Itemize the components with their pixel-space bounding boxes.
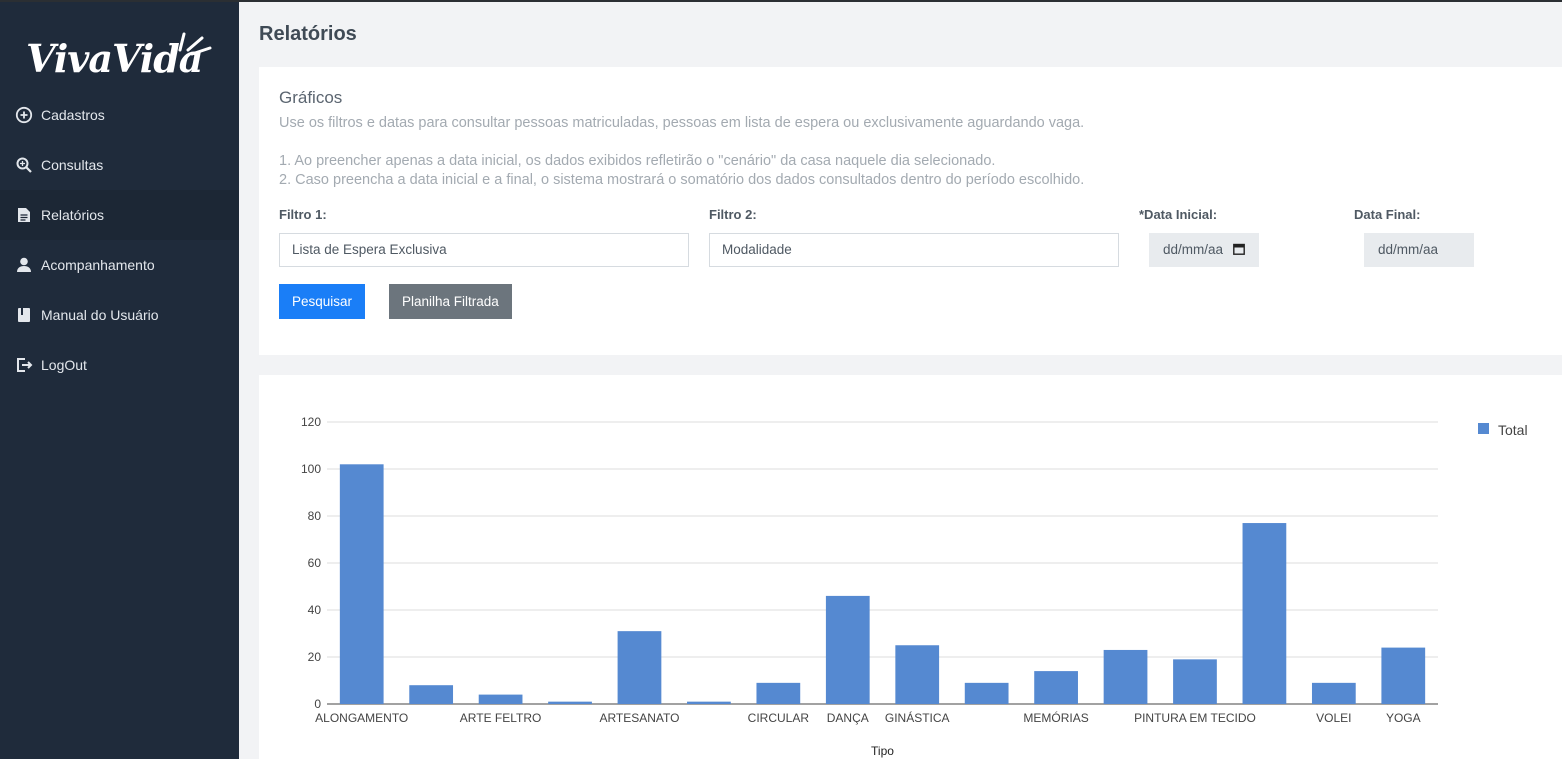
- sidebar-item-label: Relatórios: [41, 207, 105, 223]
- x-tick-label: DANÇA: [827, 711, 869, 725]
- bar-chart: 0 20 40 60 80 100 120 ALONGAMENTO ARTE FELTRO ART…: [301, 415, 1528, 758]
- data-inicial-input[interactable]: dd/mm/aa: [1149, 233, 1259, 267]
- sidebar: VivaVida Cadastros Consultas Relatórios: [0, 2, 239, 759]
- x-tick-label: ARTE FELTRO: [460, 711, 542, 725]
- y-tick-label: 0: [314, 697, 321, 711]
- bar: [1311, 682, 1356, 704]
- y-tick-label: 40: [308, 603, 322, 617]
- data-final-value: dd/mm/aa: [1378, 242, 1439, 257]
- bar: [548, 701, 592, 704]
- bar: [895, 645, 940, 704]
- x-tick-label: VOLEI: [1316, 711, 1351, 725]
- x-tick-label: ALONGAMENTO: [315, 711, 408, 725]
- data-inicial-label: *Data Inicial:: [1139, 207, 1218, 222]
- sidebar-item-manual[interactable]: Manual do Usuário: [0, 290, 239, 340]
- legend-label: Total: [1498, 422, 1528, 438]
- note-2: 2. Caso preencha a data inicial e a fina…: [279, 172, 1085, 188]
- bar: [756, 682, 801, 704]
- sidebar-item-cadastros[interactable]: Cadastros: [0, 90, 239, 140]
- planilha-filtrada-button[interactable]: Planilha Filtrada: [389, 284, 512, 319]
- page-title: Relatórios: [259, 23, 357, 45]
- sidebar-item-label: LogOut: [41, 357, 87, 373]
- x-tick-label: MEMÓRIAS: [1023, 710, 1088, 725]
- x-tick-label: YOGA: [1386, 711, 1421, 725]
- calendar-icon[interactable]: [1233, 243, 1245, 255]
- x-tick-label: GINÁSTICA: [885, 710, 950, 725]
- bar: [409, 685, 454, 704]
- x-tick-label: CIRCULAR: [748, 711, 810, 725]
- pesquisar-button[interactable]: Pesquisar: [279, 284, 366, 319]
- bar: [1173, 659, 1217, 704]
- chart-card: 0 20 40 60 80 100 120 ALONGAMENTO ARTE FELTRO ART…: [259, 375, 1562, 759]
- filtro2-label: Filtro 2:: [709, 207, 757, 222]
- sidebar-item-logout[interactable]: LogOut: [0, 340, 239, 390]
- filtro2-select[interactable]: Modalidade: [709, 233, 1119, 267]
- logo-rays-icon: [178, 32, 212, 56]
- sidebar-item-label: Cadastros: [41, 107, 105, 123]
- sidebar-nav: Cadastros Consultas Relatórios Acompanha…: [0, 90, 239, 390]
- search-icon: [15, 156, 33, 174]
- bar: [478, 694, 523, 704]
- data-inicial-value: dd/mm/aa: [1163, 242, 1224, 257]
- logo: VivaVida: [24, 30, 214, 86]
- sidebar-item-consultas[interactable]: Consultas: [0, 140, 239, 190]
- y-tick-label: 60: [308, 556, 322, 570]
- bar: [964, 682, 1009, 704]
- card-description: Use os filtros e datas para consultar pe…: [279, 115, 1085, 131]
- bar: [825, 595, 870, 704]
- y-tick-label: 80: [308, 509, 322, 523]
- filtro1-select[interactable]: Lista de Espera Exclusiva: [279, 233, 689, 267]
- filters-card: Gráficos Use os filtros e datas para con…: [259, 67, 1562, 355]
- y-tick-label: 20: [308, 650, 322, 664]
- sidebar-item-acompanhamento[interactable]: Acompanhamento: [0, 240, 239, 290]
- filtro1-label: Filtro 1:: [279, 207, 327, 222]
- y-tick-label: 100: [301, 462, 321, 476]
- data-final-label: Data Final:: [1354, 207, 1421, 222]
- legend-swatch: [1478, 423, 1489, 434]
- x-tick-label: PINTURA EM TECIDO: [1134, 711, 1256, 725]
- document-icon: [15, 206, 33, 224]
- card-title: Gráficos: [279, 88, 343, 107]
- user-icon: [15, 256, 33, 274]
- note-1: 1. Ao preencher apenas a data inicial, o…: [279, 153, 996, 169]
- plus-circle-icon: [15, 106, 33, 124]
- bar: [617, 631, 662, 704]
- sidebar-item-relatorios[interactable]: Relatórios: [0, 190, 239, 240]
- bar: [687, 701, 731, 704]
- book-icon: [15, 306, 33, 324]
- sidebar-item-label: Acompanhamento: [41, 257, 155, 273]
- sidebar-item-label: Manual do Usuário: [41, 307, 159, 323]
- logout-icon: [15, 356, 33, 374]
- bar: [1103, 649, 1148, 704]
- x-tick-label: ARTESANATO: [599, 711, 679, 725]
- bar: [1381, 647, 1426, 704]
- bar: [339, 464, 384, 704]
- data-final-input[interactable]: dd/mm/aa: [1364, 233, 1474, 267]
- y-tick-label: 120: [301, 415, 321, 429]
- sidebar-item-label: Consultas: [41, 157, 104, 173]
- bar: [1242, 523, 1287, 704]
- bar: [1034, 671, 1078, 704]
- x-axis-title: Tipo: [871, 744, 894, 758]
